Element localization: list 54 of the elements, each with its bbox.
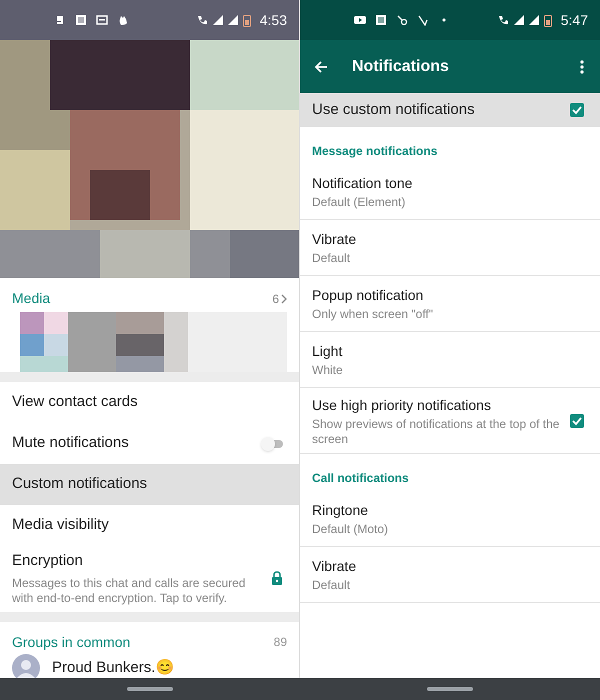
clock: 5:47 (560, 10, 588, 30)
screen-title: Notifications (352, 56, 450, 76)
battery-icon (544, 14, 552, 26)
subtitle: Messages to this chat and calls are secured with end-to-end encryption. Tap to verify. (12, 576, 246, 606)
more-icon (580, 60, 584, 74)
play-icon (354, 14, 366, 26)
card-icon (96, 14, 108, 26)
list-item[interactable]: View contact cards (0, 382, 299, 423)
preference-row[interactable]: Vibrate Default (300, 220, 600, 276)
lock-icon (271, 571, 283, 585)
subtitle: Default (Element) (312, 195, 406, 210)
preference-row[interactable]: Popup notification Only when screen "off" (300, 276, 600, 332)
subtitle: White (312, 363, 344, 378)
section-title: Call notifications (311, 470, 410, 487)
battery-icon (242, 14, 251, 26)
subtitle: Default (312, 251, 352, 266)
list-item[interactable]: Custom notifications (0, 464, 299, 505)
list-item[interactable]: Mute notifications (0, 423, 299, 464)
group-name[interactable]: Proud Bunkers.😊 (52, 656, 174, 680)
signal-icon (514, 15, 524, 25)
signal-icon (528, 15, 539, 25)
section-title: Message notifications (311, 143, 438, 160)
call-icon (496, 14, 509, 26)
preference-row[interactable]: Light White (300, 332, 600, 388)
s-box-icon (75, 14, 87, 26)
call-icon (196, 14, 208, 26)
chevron-icon (281, 294, 287, 304)
back-arrow-icon (314, 60, 328, 74)
signal-icon (212, 15, 223, 25)
preference-row[interactable]: Notification tone Default (Element) (300, 164, 600, 220)
back-button[interactable] (314, 58, 330, 74)
media-count[interactable]: 6 (272, 290, 287, 308)
home-handle[interactable] (427, 687, 473, 691)
home-handle[interactable] (127, 687, 173, 691)
preference-row[interactable]: Ringtone Default (Moto) (300, 491, 600, 547)
more-button[interactable] (580, 58, 586, 74)
checkbox[interactable] (570, 414, 584, 428)
list-item[interactable]: Media visibility (0, 505, 299, 546)
subtitle: Default (Moto) (312, 522, 390, 537)
section-title: Media (12, 289, 50, 308)
group-count: 89 (274, 634, 287, 651)
section-title: Groups in common (12, 632, 130, 652)
subtitle: Show previews of notifications at the top of the screen (312, 416, 560, 446)
list-item[interactable]: Encryption Messages to this chat and calls are secured with end-to-end encryption. Tap to verify. (0, 546, 299, 610)
subtitle: Default (312, 578, 352, 593)
signal-icon (228, 15, 238, 25)
s-box-icon (375, 14, 387, 26)
preference-row[interactable]: Use custom notifications (300, 93, 600, 127)
preference-row[interactable]: Use high priority notifications Show previews of notifications at the top of the screen (300, 388, 600, 454)
clock: 4:53 (260, 10, 287, 30)
checkbox[interactable] (570, 103, 584, 117)
toggle-switch[interactable] (261, 436, 285, 450)
preference-row[interactable]: Vibrate Default (300, 547, 600, 603)
subtitle: Only when screen "off" (312, 307, 434, 322)
